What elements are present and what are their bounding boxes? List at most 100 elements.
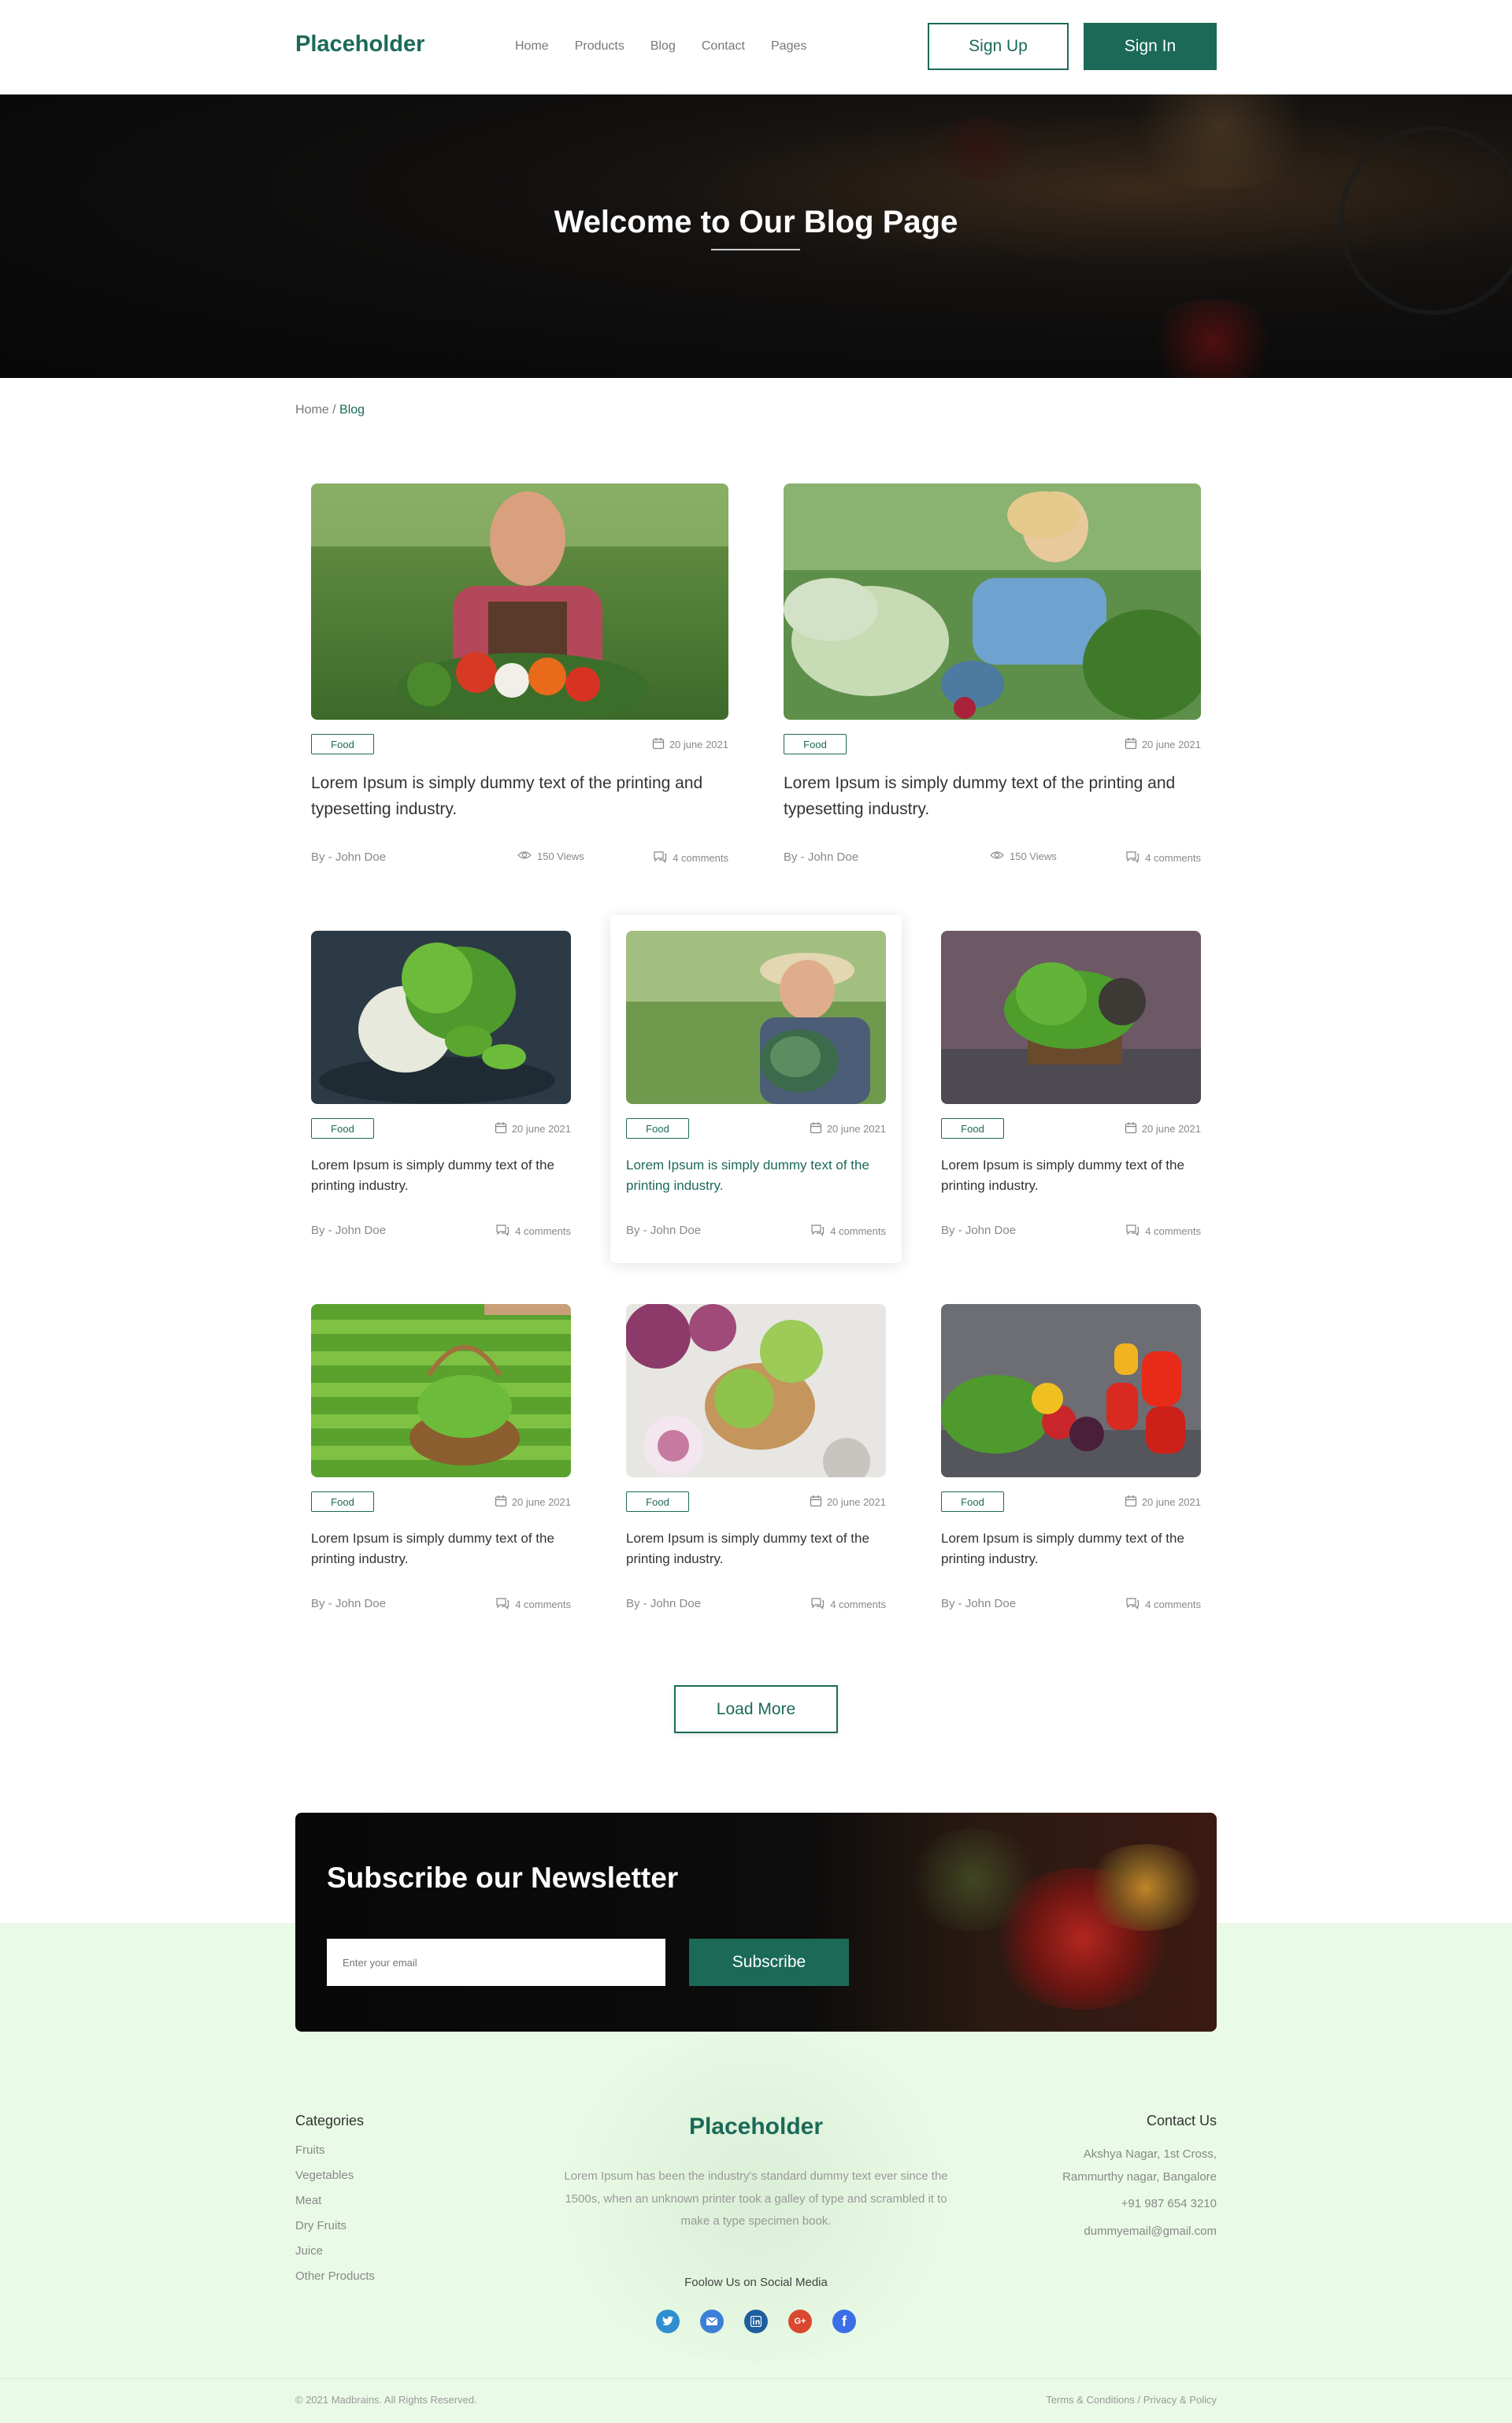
blog-card[interactable]: Food 20 june 2021 Lorem Ipsum is simply … bbox=[311, 1304, 571, 1619]
category-tag[interactable]: Food bbox=[941, 1118, 1004, 1139]
terms-link[interactable]: Terms & Conditions bbox=[1046, 2394, 1135, 2406]
blog-card[interactable]: Food 20 june 2021 Lorem Ipsum is simply … bbox=[311, 931, 571, 1246]
twitter-icon[interactable] bbox=[656, 2310, 680, 2333]
sign-in-button[interactable]: Sign In bbox=[1084, 23, 1217, 70]
comment-icon bbox=[653, 850, 667, 865]
blog-card-highlighted[interactable]: Food 20 june 2021 Lorem Ipsum is simply … bbox=[610, 915, 902, 1263]
hero-vegetable-shape bbox=[921, 118, 1040, 181]
post-comments[interactable]: 4 comments bbox=[1125, 1597, 1201, 1612]
blog-card[interactable]: Food 20 june 2021 Lorem Ipsum is simply … bbox=[311, 483, 728, 877]
privacy-link[interactable]: Privacy & Policy bbox=[1143, 2394, 1217, 2406]
blog-card[interactable]: Food 20 june 2021 Lorem Ipsum is simply … bbox=[626, 1304, 886, 1619]
category-tag[interactable]: Food bbox=[626, 1491, 689, 1512]
post-comments[interactable]: 4 comments bbox=[1125, 1224, 1201, 1239]
newsletter-email-input[interactable] bbox=[327, 1939, 665, 1986]
category-tag[interactable]: Food bbox=[311, 1491, 374, 1512]
copyright: © 2021 Madbrains. All Rights Reserved. bbox=[295, 2394, 477, 2406]
post-author: By - John Doe bbox=[784, 850, 859, 864]
category-link-vegetables[interactable]: Vegetables bbox=[295, 2169, 375, 2194]
post-title[interactable]: Lorem Ipsum is simply dummy text of the … bbox=[941, 1155, 1201, 1197]
comments-text: 4 comments bbox=[673, 852, 728, 864]
mixed-vegetables-peppers-image[interactable] bbox=[941, 1304, 1201, 1477]
category-tag[interactable]: Food bbox=[941, 1491, 1004, 1512]
comment-icon bbox=[495, 1597, 510, 1612]
post-title[interactable]: Lorem Ipsum is simply dummy text of the … bbox=[626, 1155, 886, 1197]
post-comments[interactable]: 4 comments bbox=[495, 1224, 571, 1239]
category-tag[interactable]: Food bbox=[784, 734, 847, 754]
post-title[interactable]: Lorem Ipsum is simply dummy text of the … bbox=[784, 771, 1205, 822]
blog-card[interactable]: Food 20 june 2021 Lorem Ipsum is simply … bbox=[941, 931, 1201, 1246]
onions-tomatoes-image[interactable] bbox=[626, 1304, 886, 1477]
nav-blog[interactable]: Blog bbox=[650, 39, 676, 54]
comments-text: 4 comments bbox=[515, 1225, 571, 1237]
calendar-icon bbox=[495, 1121, 507, 1136]
phone-number[interactable]: +91 987 654 3210 bbox=[1062, 2193, 1217, 2216]
google-plus-icon[interactable]: G+ bbox=[788, 2310, 812, 2333]
footer-logo[interactable]: Placeholder bbox=[0, 2114, 1512, 2140]
legal-links: Terms & Conditions / Privacy & Policy bbox=[1046, 2394, 1217, 2406]
nav-contact[interactable]: Contact bbox=[702, 39, 745, 54]
comments-text: 4 comments bbox=[830, 1225, 886, 1237]
post-views: 150 Views bbox=[990, 850, 1057, 862]
post-title[interactable]: Lorem Ipsum is simply dummy text of the … bbox=[311, 771, 732, 822]
post-author: By - John Doe bbox=[311, 1224, 387, 1237]
leafy-greens-box-image[interactable] bbox=[941, 931, 1201, 1104]
post-comments[interactable]: 4 comments bbox=[810, 1597, 886, 1612]
sign-up-button[interactable]: Sign Up bbox=[928, 23, 1069, 70]
calendar-icon bbox=[810, 1495, 822, 1510]
views-text: 150 Views bbox=[1010, 850, 1057, 862]
comments-text: 4 comments bbox=[830, 1599, 886, 1610]
calendar-icon bbox=[1125, 737, 1137, 752]
post-comments[interactable]: 4 comments bbox=[810, 1224, 886, 1239]
post-title[interactable]: Lorem Ipsum is simply dummy text of the … bbox=[941, 1528, 1201, 1570]
mail-icon[interactable] bbox=[700, 2310, 724, 2333]
hero-banner: Welcome to Our Blog Page bbox=[0, 94, 1512, 378]
contact-info: Akshya Nagar, 1st Cross, Rammurthy nagar… bbox=[1062, 2143, 1217, 2243]
category-tag[interactable]: Food bbox=[311, 1118, 374, 1139]
old-farmer-cabbage-image[interactable] bbox=[626, 931, 886, 1104]
date-text: 20 june 2021 bbox=[511, 1123, 571, 1135]
footer-divider bbox=[0, 2378, 1512, 2379]
category-link-meat[interactable]: Meat bbox=[295, 2194, 375, 2219]
subscribe-button[interactable]: Subscribe bbox=[689, 1939, 849, 1986]
post-title[interactable]: Lorem Ipsum is simply dummy text of the … bbox=[311, 1528, 571, 1570]
linkedin-icon[interactable] bbox=[744, 2310, 768, 2333]
date-text: 20 june 2021 bbox=[1141, 739, 1201, 750]
post-title[interactable]: Lorem Ipsum is simply dummy text of the … bbox=[626, 1528, 886, 1570]
category-tag[interactable]: Food bbox=[626, 1118, 689, 1139]
breadcrumb-home[interactable]: Home bbox=[295, 403, 329, 417]
farmer-woman-garden-image[interactable] bbox=[784, 483, 1201, 720]
logo[interactable]: Placeholder bbox=[295, 31, 424, 57]
farmer-man-vegetables-image[interactable] bbox=[311, 483, 728, 720]
post-comments[interactable]: 4 comments bbox=[653, 850, 728, 865]
calendar-icon bbox=[495, 1495, 507, 1510]
email-address[interactable]: dummyemail@gmail.com bbox=[1062, 2221, 1217, 2243]
hero-background-image bbox=[1118, 94, 1323, 189]
category-link-fruits[interactable]: Fruits bbox=[295, 2143, 375, 2169]
calendar-icon bbox=[652, 737, 665, 752]
comments-text: 4 comments bbox=[1145, 852, 1201, 864]
comments-text: 4 comments bbox=[515, 1599, 571, 1610]
category-link-dry-fruits[interactable]: Dry Fruits bbox=[295, 2219, 375, 2244]
date-text: 20 june 2021 bbox=[669, 739, 728, 750]
lettuce-basket-field-image[interactable] bbox=[311, 1304, 571, 1477]
post-comments[interactable]: 4 comments bbox=[1125, 850, 1201, 865]
nav-pages[interactable]: Pages bbox=[771, 39, 806, 54]
facebook-icon[interactable]: f bbox=[832, 2310, 856, 2333]
post-author: By - John Doe bbox=[311, 850, 387, 864]
category-tag[interactable]: Food bbox=[311, 734, 374, 754]
breadcrumb: Home / Blog bbox=[295, 403, 365, 417]
post-comments[interactable]: 4 comments bbox=[495, 1597, 571, 1612]
nav-products[interactable]: Products bbox=[575, 39, 624, 54]
post-date: 20 june 2021 bbox=[810, 1495, 886, 1510]
cauliflower-greens-image[interactable] bbox=[311, 931, 571, 1104]
comment-icon bbox=[810, 1597, 825, 1612]
main-nav: Home Products Blog Contact Pages bbox=[515, 39, 832, 54]
load-more-button[interactable]: Load More bbox=[674, 1685, 838, 1733]
category-link-juice[interactable]: Juice bbox=[295, 2244, 375, 2269]
nav-home[interactable]: Home bbox=[515, 39, 549, 54]
follow-heading: Foolow Us on Social Media bbox=[684, 2276, 828, 2289]
post-title[interactable]: Lorem Ipsum is simply dummy text of the … bbox=[311, 1155, 571, 1197]
blog-card[interactable]: Food 20 june 2021 Lorem Ipsum is simply … bbox=[784, 483, 1201, 877]
blog-card[interactable]: Food 20 june 2021 Lorem Ipsum is simply … bbox=[941, 1304, 1201, 1619]
